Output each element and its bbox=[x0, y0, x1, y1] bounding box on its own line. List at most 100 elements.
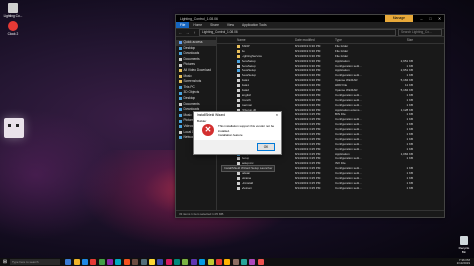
dialog-body: Builder ✕ This installation support this… bbox=[194, 118, 281, 140]
column-type[interactable]: Type bbox=[335, 37, 383, 43]
address-bar[interactable]: Lighting_Control_1.08.06 bbox=[199, 29, 396, 36]
folder-icon bbox=[179, 130, 182, 134]
file-icon bbox=[237, 88, 240, 92]
folder-icon bbox=[179, 52, 182, 56]
minimize-button[interactable]: – bbox=[417, 15, 426, 22]
taskbar-app-icon[interactable] bbox=[90, 259, 97, 265]
taskbar-app-icon[interactable] bbox=[132, 259, 139, 265]
dialog-heading: Builder bbox=[197, 118, 207, 123]
folder-icon bbox=[179, 91, 182, 95]
desktop-icon-lighting[interactable]: Lighting Co... bbox=[2, 3, 24, 18]
file-icon bbox=[237, 79, 240, 83]
dialog-message-line-1: This installation support this vendor no… bbox=[218, 124, 275, 133]
folder-icon bbox=[179, 63, 182, 67]
address-row: ← → ↑ Lighting_Control_1.08.06 Search Li… bbox=[176, 29, 444, 37]
file-date: 8/14/2019 3:25 PM bbox=[295, 185, 321, 190]
taskbar-app-icon[interactable] bbox=[190, 259, 197, 265]
folder-icon bbox=[179, 80, 182, 84]
taskbar-app-icon[interactable] bbox=[207, 259, 214, 265]
taskbar-app-icon[interactable] bbox=[107, 259, 114, 265]
file-icon bbox=[237, 172, 240, 176]
tab-view[interactable]: View bbox=[223, 22, 238, 28]
file-name-cell: Vietnam bbox=[237, 186, 295, 191]
taskbar-app-icon[interactable] bbox=[215, 259, 222, 265]
search-input[interactable]: Search Lighting_Co... bbox=[398, 29, 442, 36]
recycle-bin[interactable]: Recycle Bin bbox=[457, 236, 471, 254]
file-icon bbox=[237, 103, 240, 107]
dialog-message-line-2: Installation feature bbox=[218, 133, 243, 137]
taskbar-app-icon[interactable] bbox=[148, 259, 155, 265]
file-icon bbox=[237, 59, 240, 63]
taskbar-app-icon[interactable] bbox=[182, 259, 189, 265]
folder-icon bbox=[179, 119, 182, 123]
window-title: Lighting_Control_1.08.06 bbox=[180, 16, 218, 21]
column-size[interactable]: Size bbox=[383, 37, 413, 43]
file-icon bbox=[237, 69, 240, 73]
folder-icon bbox=[179, 46, 182, 50]
file-icon bbox=[237, 54, 240, 58]
taskbar-app-icon[interactable] bbox=[98, 259, 105, 265]
maximize-button[interactable]: □ bbox=[426, 15, 435, 22]
taskbar-app-icon[interactable] bbox=[73, 259, 80, 265]
file-icon bbox=[237, 98, 240, 102]
clock-date: 1/13/2019 bbox=[456, 261, 470, 265]
taskbar-app-icon[interactable] bbox=[165, 259, 172, 265]
tab-share[interactable]: Share bbox=[206, 22, 223, 28]
taskbar-apps bbox=[64, 259, 265, 265]
title-bar[interactable]: Lighting_Control_1.08.06 Manage – □ ✕ bbox=[176, 15, 444, 22]
close-button[interactable]: ✕ bbox=[435, 15, 444, 22]
file-icon bbox=[237, 157, 240, 161]
file-icon bbox=[237, 186, 240, 190]
taskbar-app-icon[interactable] bbox=[81, 259, 88, 265]
start-button[interactable]: ⊞ bbox=[0, 258, 10, 266]
taskbar-app-icon[interactable] bbox=[140, 259, 147, 265]
taskbar-app-icon[interactable] bbox=[232, 259, 239, 265]
desktop-icon-clock[interactable]: Clock 2 bbox=[2, 21, 24, 36]
file-icon bbox=[237, 44, 240, 48]
folder-icon bbox=[179, 69, 182, 73]
taskbar-tooltip: InstallShield Wizard Setup Launcher bbox=[221, 165, 275, 172]
folder-icon bbox=[179, 86, 182, 90]
folder-icon bbox=[179, 125, 182, 129]
back-arrow-icon[interactable]: ← bbox=[178, 30, 183, 35]
file-icon bbox=[237, 84, 240, 88]
system-tray[interactable]: 7:36 PM 1/13/2019 bbox=[456, 258, 474, 266]
taskbar-app-icon[interactable] bbox=[199, 259, 206, 265]
file-size: 1 KB bbox=[406, 185, 413, 190]
folder-icon bbox=[179, 97, 182, 101]
taskbar-app-icon[interactable] bbox=[157, 259, 164, 265]
status-bar: 33 items 1 item selected 1.05 MB bbox=[176, 210, 444, 217]
desktop-icon-label: Lighting Co... bbox=[3, 14, 23, 18]
file-icon bbox=[237, 176, 240, 180]
taskbar-app-icon[interactable] bbox=[249, 259, 256, 265]
manage-context-tab[interactable]: Manage bbox=[384, 15, 413, 22]
dialog-footer: OK bbox=[194, 140, 281, 153]
desktop-icon-label: Clock 2 bbox=[7, 32, 19, 36]
tab-file[interactable]: File bbox=[176, 22, 190, 28]
tab-application-tools[interactable]: Application Tools bbox=[238, 22, 271, 28]
taskbar-app-icon[interactable] bbox=[115, 259, 122, 265]
taskbar-app-icon[interactable] bbox=[123, 259, 130, 265]
taskbar-app-icon[interactable] bbox=[241, 259, 248, 265]
dialog-message: This installation support this vendor no… bbox=[218, 124, 278, 138]
file-icon bbox=[237, 74, 240, 78]
taskbar-app-icon[interactable] bbox=[224, 259, 231, 265]
folder-icon bbox=[179, 136, 182, 140]
error-dialog: InstallShield Wizard ✕ Builder ✕ This in… bbox=[193, 111, 282, 155]
file-row[interactable]: Vietnam 8/14/2019 3:25 PM Configuration se… bbox=[217, 186, 444, 191]
taskbar-app-icon[interactable] bbox=[65, 259, 72, 265]
taskbar-search-input[interactable]: Type here to search bbox=[10, 259, 60, 265]
file-icon bbox=[237, 181, 240, 185]
column-name[interactable]: Name bbox=[237, 37, 295, 43]
column-date[interactable]: Date modified bbox=[295, 37, 335, 43]
ok-button[interactable]: OK bbox=[257, 143, 275, 151]
file-icon bbox=[237, 49, 240, 53]
forward-arrow-icon[interactable]: → bbox=[185, 30, 190, 35]
file-name: Vietnam bbox=[241, 185, 253, 190]
up-arrow-icon[interactable]: ↑ bbox=[192, 30, 197, 35]
taskbar-app-icon[interactable] bbox=[257, 259, 264, 265]
taskbar-app-icon[interactable] bbox=[174, 259, 181, 265]
error-icon: ✕ bbox=[202, 124, 214, 136]
file-icon bbox=[237, 64, 240, 68]
tab-home[interactable]: Home bbox=[189, 22, 206, 28]
